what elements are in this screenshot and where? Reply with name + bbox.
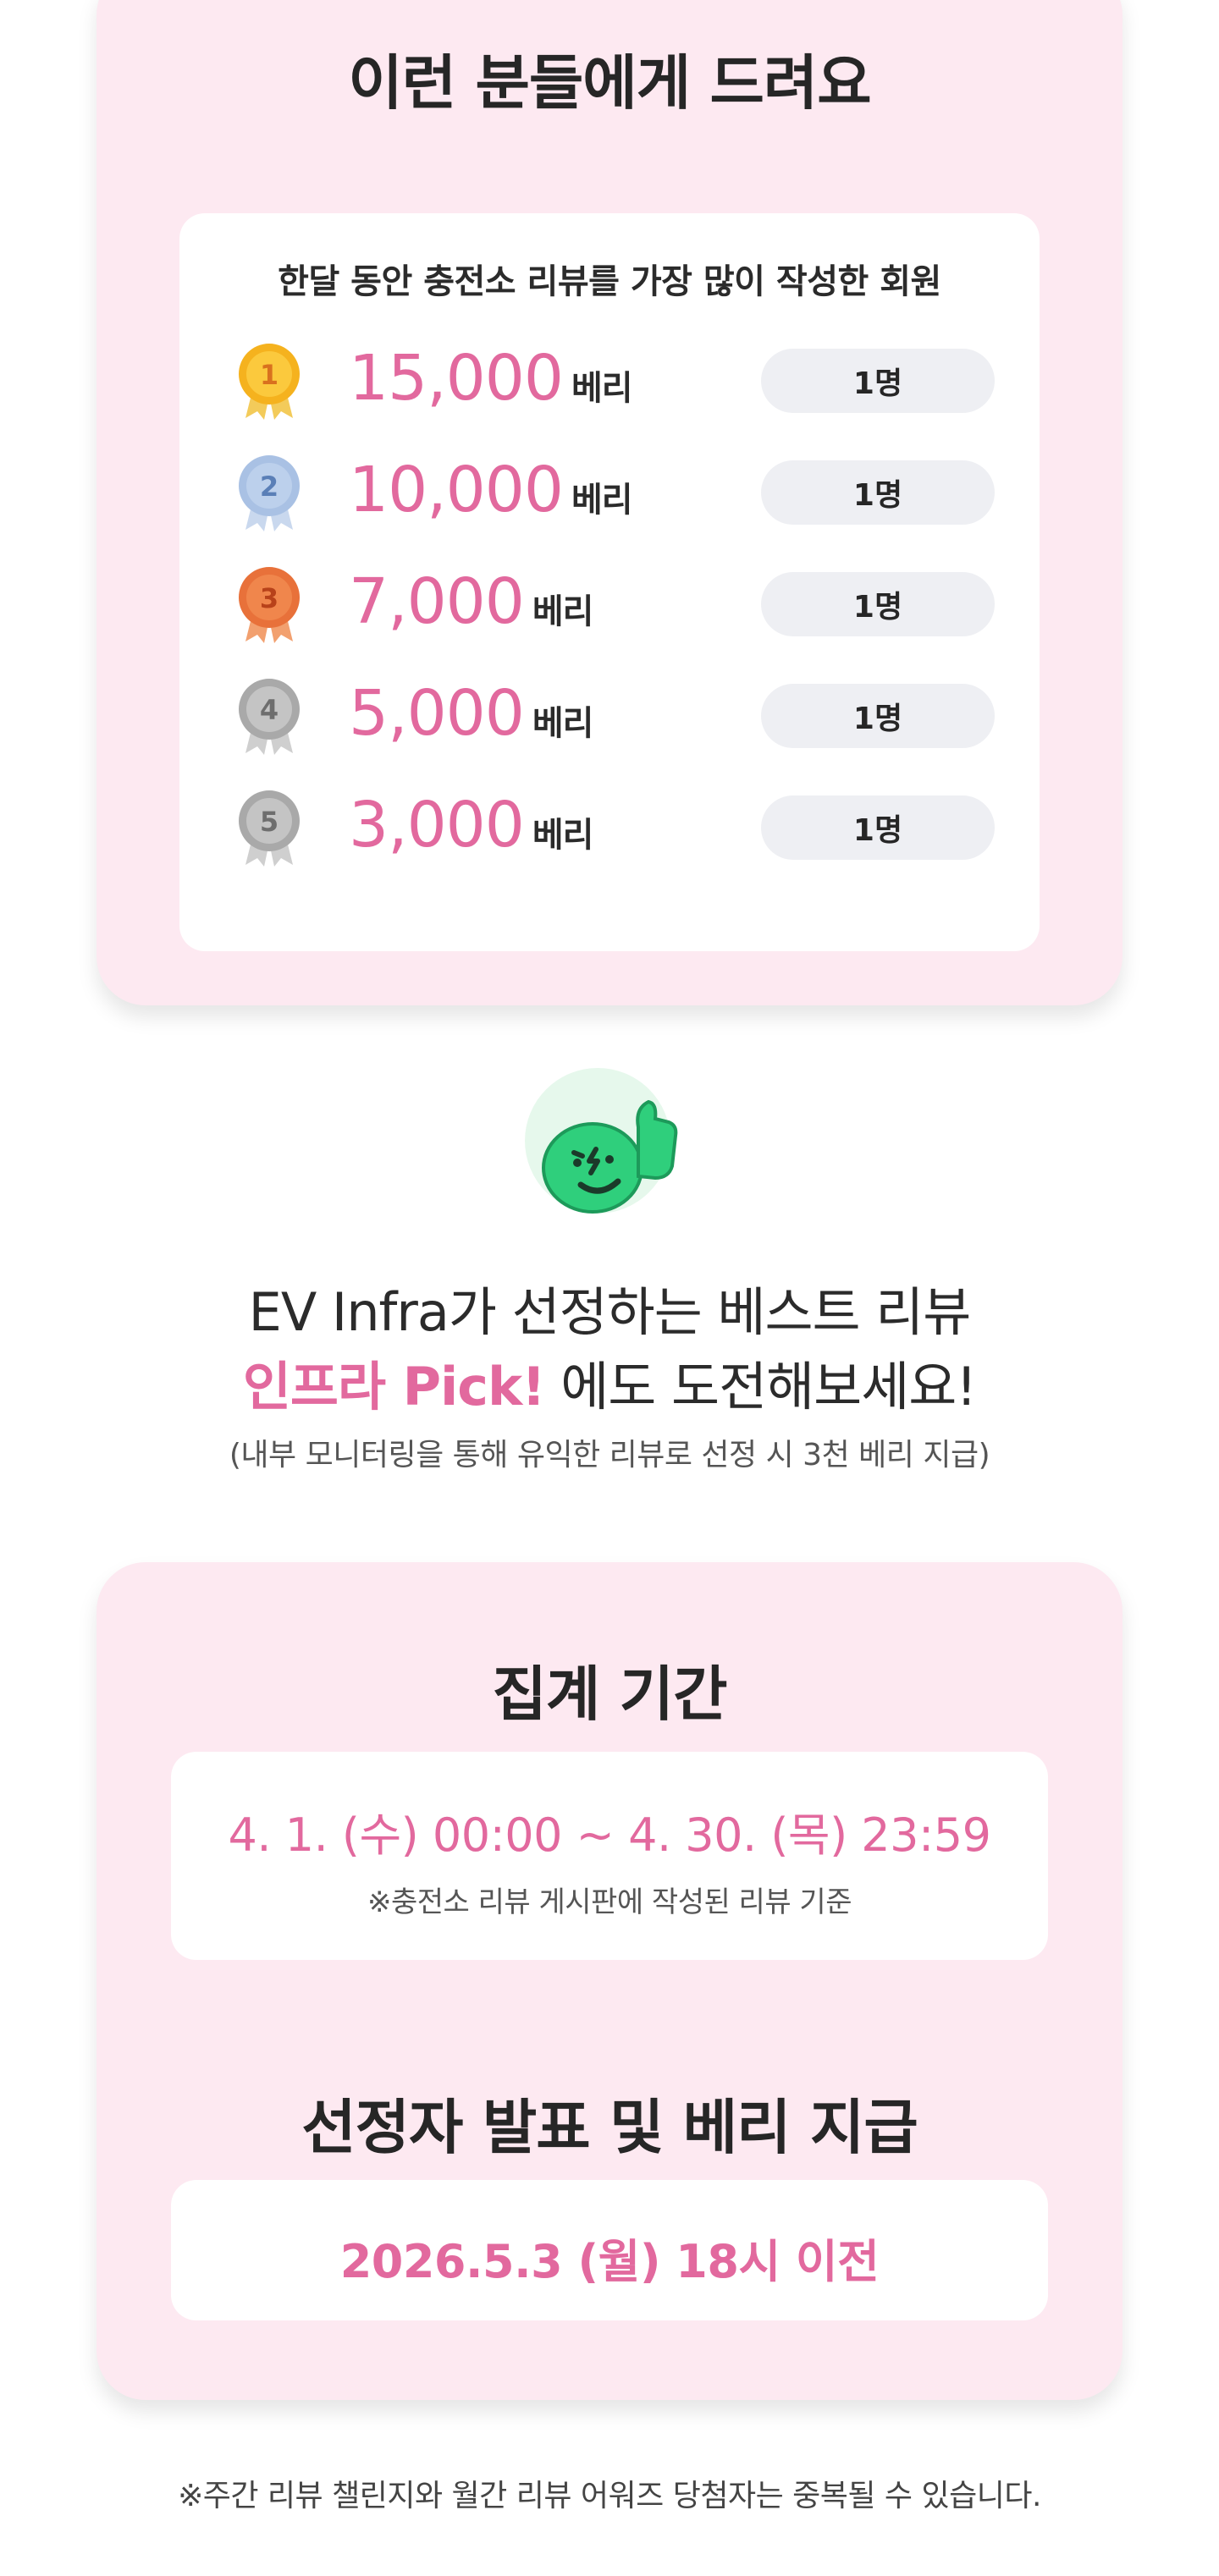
period-box: 4. 1. (수) 00:00 ~ 4. 30. (목) 23:59 ※충전소 …	[171, 1752, 1048, 1960]
winner-count-pill: 1명	[761, 349, 995, 413]
gray-medal-icon: 5	[239, 790, 300, 867]
winner-count-pill: 1명	[761, 795, 995, 860]
gold-medal-icon: 1	[239, 344, 300, 420]
svg-text:5: 5	[260, 806, 279, 838]
prize-value: 5,000	[349, 677, 525, 750]
announce-date: 2026.5.3 (월) 18시 이전	[339, 2235, 880, 2288]
svg-text:3: 3	[260, 582, 279, 614]
prize-amount: 7,000 베리	[349, 565, 593, 638]
pick-callout: 인프라 Pick! 에도 도전해보세요!	[0, 1344, 1219, 1420]
prize-value: 15,000	[349, 342, 564, 415]
prize-unit: 베리	[571, 369, 633, 408]
rank-row-1: 1 15,000 베리 1명	[179, 339, 1040, 423]
prize-amount: 3,000 베리	[349, 789, 593, 861]
prize-unit: 베리	[532, 704, 594, 743]
rank-row-2: 2 10,000 베리 1명	[179, 450, 1040, 535]
rank-panel: 한달 동안 충전소 리뷰를 가장 많이 작성한 회원 1 15,000 베리 1명…	[179, 213, 1040, 951]
announce-box: 2026.5.3 (월) 18시 이전	[171, 2180, 1048, 2320]
svg-text:1: 1	[260, 359, 279, 391]
pick-headline: EV Infra가 선정하는 베스트 리뷰	[248, 1281, 972, 1343]
prize-amount: 15,000 베리	[349, 342, 633, 415]
thumbs-up-mascot-icon	[525, 1068, 678, 1214]
schedule-card: 집계 기간 4. 1. (수) 00:00 ~ 4. 30. (목) 23:59…	[97, 1562, 1122, 2400]
period-note: ※충전소 리뷰 게시판에 작성된 리뷰 기준	[367, 1885, 852, 1919]
prize-value: 3,000	[349, 789, 525, 861]
silver-medal-icon: 2	[239, 455, 300, 531]
winner-count-pill: 1명	[761, 572, 995, 636]
period-title: 집계 기간	[492, 1660, 728, 1729]
pick-note: (내부 모니터링을 통해 유익한 리뷰로 선정 시 3천 베리 지급)	[229, 1438, 990, 1472]
rank-subtitle: 한달 동안 충전소 리뷰를 가장 많이 작성한 회원	[278, 262, 941, 301]
prize-value: 7,000	[349, 565, 525, 638]
prize-value: 10,000	[349, 454, 564, 526]
svg-text:4: 4	[260, 694, 279, 726]
rank-row-5: 5 3,000 베리 1명	[179, 785, 1040, 870]
prize-unit: 베리	[571, 481, 633, 520]
prize-amount: 5,000 베리	[349, 677, 593, 750]
prize-amount: 10,000 베리	[349, 454, 633, 526]
winner-count-pill: 1명	[761, 460, 995, 525]
bronze-medal-icon: 3	[239, 567, 300, 643]
announce-title: 선정자 발표 및 베리 지급	[301, 2093, 918, 2162]
rank-row-3: 3 7,000 베리 1명	[179, 562, 1040, 647]
svg-text:2: 2	[260, 471, 279, 503]
gray-medal-icon: 4	[239, 679, 300, 755]
recipients-card: 이런 분들에게 드려요 한달 동안 충전소 리뷰를 가장 많이 작성한 회원 1…	[97, 0, 1122, 1005]
prize-unit: 베리	[532, 816, 594, 855]
footer-note: ※주간 리뷰 챌린지와 월간 리뷰 어워즈 당첨자는 중복될 수 있습니다.	[178, 2479, 1041, 2513]
prize-unit: 베리	[532, 592, 594, 631]
recipients-title: 이런 분들에게 드려요	[348, 48, 871, 118]
pick-callout-rest: 에도 도전해보세요!	[544, 1356, 977, 1417]
winner-count-pill: 1명	[761, 684, 995, 748]
rank-row-4: 4 5,000 베리 1명	[179, 674, 1040, 758]
period-range: 4. 1. (수) 00:00 ~ 4. 30. (목) 23:59	[228, 1808, 991, 1862]
pick-highlight: 인프라 Pick!	[242, 1356, 546, 1417]
